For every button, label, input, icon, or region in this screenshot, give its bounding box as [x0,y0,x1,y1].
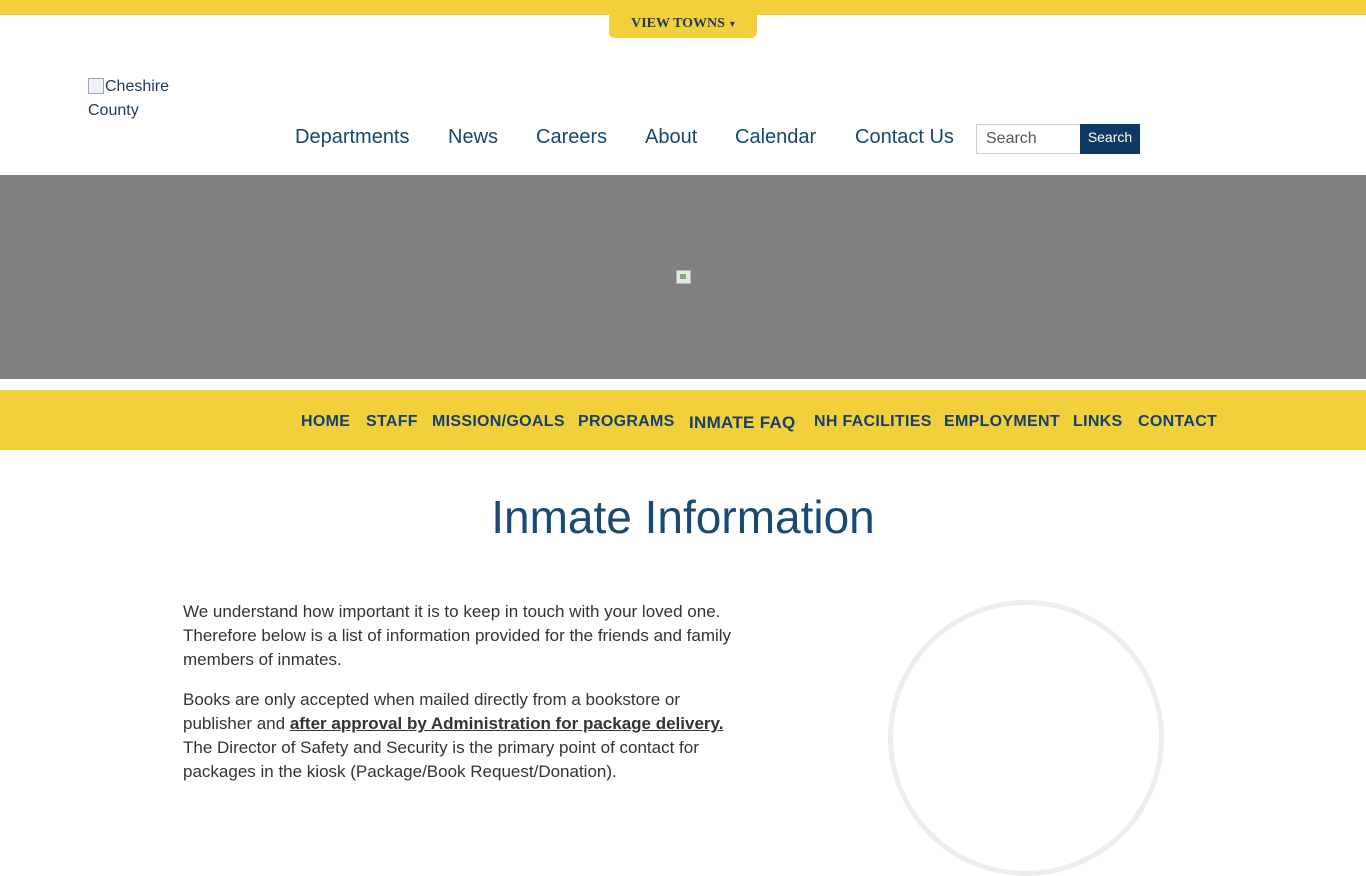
nav-departments[interactable]: Departments [295,126,410,149]
search-button[interactable]: Search [1080,124,1140,154]
subnav-mission-goals[interactable]: MISSION/GOALS [432,413,565,431]
search-input[interactable] [976,124,1080,154]
package-approval-link[interactable]: after approval by Administration for pac… [290,714,724,733]
nav-contact-us[interactable]: Contact Us [855,126,954,149]
subnav-inmate-faq[interactable]: INMATE FAQ [689,413,796,433]
hero-broken-image-icon [676,270,691,284]
page-title: Inmate Information [491,491,875,543]
intro-paragraph: We understand how important it is to kee… [183,602,732,669]
section-nav: HOME STAFF MISSION/GOALS PROGRAMS INMATE… [0,390,1366,450]
subnav-staff[interactable]: STAFF [366,413,418,431]
subnav-contact[interactable]: CONTACT [1138,413,1217,431]
caret-down-icon: ▾ [729,18,735,30]
main-content: We understand how important it is to kee… [183,600,753,800]
subnav-home[interactable]: HOME [301,413,350,431]
county-logo[interactable]: Cheshire County [88,75,198,123]
view-towns-button[interactable]: VIEW TOWNS ▾ [609,10,757,38]
subnav-programs[interactable]: PROGRAMS [578,413,675,431]
nav-careers[interactable]: Careers [536,126,607,149]
books-paragraph: Books are only accepted when mailed dire… [183,688,753,784]
subnav-links[interactable]: LINKS [1073,413,1123,431]
broken-image-icon [88,78,104,94]
subnav-employment[interactable]: EMPLOYMENT [944,413,1060,431]
loading-circle [888,600,1164,876]
nav-news[interactable]: News [448,126,498,149]
view-towns-label: VIEW TOWNS [631,16,725,31]
subnav-nh-facilities[interactable]: NH FACILITIES [814,413,932,431]
books-tail-text: The Director of Safety and Security is t… [183,738,699,781]
nav-calendar[interactable]: Calendar [735,126,816,149]
nav-about[interactable]: About [645,126,697,149]
